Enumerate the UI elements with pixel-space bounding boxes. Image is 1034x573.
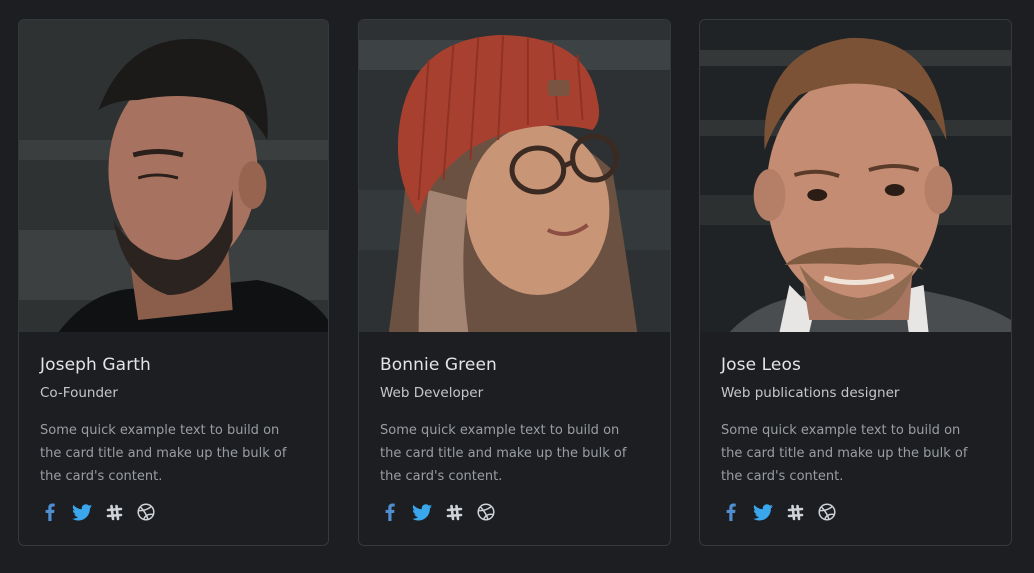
- dribbble-icon[interactable]: [817, 502, 837, 522]
- twitter-icon[interactable]: [72, 502, 92, 522]
- card-text: Some quick example text to build on the …: [721, 423, 968, 484]
- team-card-jose-leos: Jose Leos Web publications designer Some…: [699, 19, 1012, 546]
- team-card-bonnie-green: Bonnie Green Web Developer Some quick ex…: [358, 19, 671, 546]
- card-title: Bonnie Green: [380, 355, 497, 375]
- facebook-icon[interactable]: [380, 502, 400, 522]
- facebook-icon[interactable]: [721, 502, 741, 522]
- profile-photo: [359, 20, 670, 332]
- social-links: [721, 501, 990, 523]
- slack-icon[interactable]: [444, 502, 464, 522]
- social-links: [40, 501, 307, 523]
- profile-photo: [19, 20, 328, 332]
- card-subtitle: Co-Founder: [40, 385, 118, 401]
- profile-photo: [700, 20, 1011, 332]
- card-subtitle: Web publications designer: [721, 385, 900, 401]
- social-links: [380, 501, 649, 523]
- twitter-icon[interactable]: [753, 502, 773, 522]
- card-subtitle: Web Developer: [380, 385, 484, 401]
- twitter-icon[interactable]: [412, 502, 432, 522]
- card-text: Some quick example text to build on the …: [40, 423, 287, 484]
- card-title: Joseph Garth: [40, 355, 151, 375]
- slack-icon[interactable]: [785, 502, 805, 522]
- team-card-joseph-garth: Joseph Garth Co-Founder Some quick examp…: [18, 19, 329, 546]
- facebook-icon[interactable]: [40, 502, 60, 522]
- card-title: Jose Leos: [721, 355, 801, 375]
- dribbble-icon[interactable]: [476, 502, 496, 522]
- team-cards: Joseph Garth Co-Founder Some quick examp…: [0, 0, 1034, 573]
- dribbble-icon[interactable]: [136, 502, 156, 522]
- slack-icon[interactable]: [104, 502, 124, 522]
- card-text: Some quick example text to build on the …: [380, 423, 627, 484]
